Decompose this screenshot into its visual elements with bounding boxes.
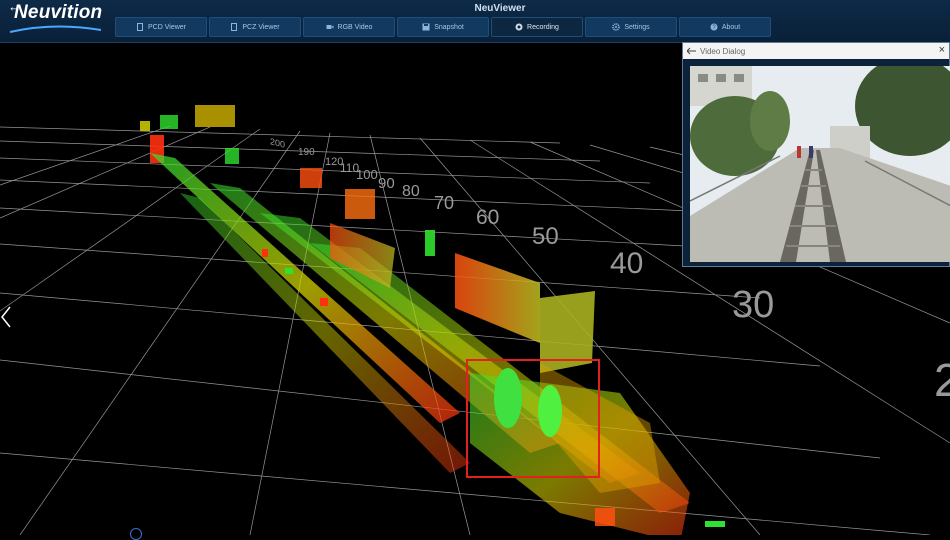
distance-label: 2 bbox=[934, 354, 950, 406]
tab-about[interactable]: ? About bbox=[679, 17, 771, 37]
circle-icon[interactable] bbox=[130, 528, 142, 540]
tab-label: Recording bbox=[527, 23, 559, 31]
record-icon bbox=[515, 23, 523, 31]
tab-pcd-viewer[interactable]: PCD Viewer bbox=[115, 17, 207, 37]
app-title: NeuViewer bbox=[474, 3, 526, 14]
distance-label: 80 bbox=[402, 183, 420, 200]
distance-label: 190 bbox=[298, 147, 315, 158]
app-logo: ← Neuvition bbox=[2, 0, 112, 38]
save-icon bbox=[422, 23, 430, 31]
tab-rgb-video[interactable]: RGB Video bbox=[303, 17, 395, 37]
distance-label: 100 bbox=[356, 167, 378, 182]
chevron-left-icon[interactable] bbox=[0, 305, 12, 329]
distance-label: 70 bbox=[434, 193, 455, 213]
tab-pcz-viewer[interactable]: PCZ Viewer bbox=[209, 17, 301, 37]
distance-label: 50 bbox=[532, 223, 559, 250]
rgb-video-frame bbox=[690, 66, 950, 262]
toolbar-tabs: PCD Viewer PCZ Viewer RGB Video Snapshot… bbox=[115, 17, 771, 37]
tab-label: PCD Viewer bbox=[148, 23, 186, 31]
distance-label: 30 bbox=[732, 284, 775, 326]
detection-box bbox=[466, 359, 600, 478]
tab-label: PCZ Viewer bbox=[242, 23, 280, 31]
tab-label: RGB Video bbox=[337, 23, 373, 31]
gear-icon bbox=[612, 23, 621, 31]
logo-text: Neuvition bbox=[14, 2, 103, 23]
video-icon bbox=[326, 25, 334, 29]
tab-label: About bbox=[721, 23, 741, 31]
dialog-title: Video Dialog bbox=[700, 46, 746, 56]
tab-settings[interactable]: Settings bbox=[585, 17, 677, 37]
file-icon bbox=[231, 23, 238, 31]
file-icon bbox=[137, 23, 143, 31]
tab-label: Settings bbox=[624, 23, 650, 31]
logo-swoosh-icon bbox=[9, 25, 102, 33]
video-dialog[interactable]: Video Dialog × bbox=[682, 42, 950, 267]
tab-snapshot[interactable]: Snapshot bbox=[397, 17, 489, 37]
distance-label: 90 bbox=[378, 175, 395, 192]
distance-label: 60 bbox=[476, 206, 500, 229]
close-icon[interactable]: × bbox=[939, 44, 945, 56]
distance-label: 40 bbox=[610, 247, 644, 280]
arrows-icon bbox=[687, 47, 696, 55]
top-bar: ← Neuvition NeuViewer PCD Viewer PCZ Vie… bbox=[0, 0, 950, 43]
tab-recording[interactable]: Recording bbox=[491, 17, 583, 37]
point-cloud bbox=[140, 105, 725, 535]
help-icon: ? bbox=[710, 23, 718, 31]
dialog-titlebar[interactable]: Video Dialog × bbox=[683, 43, 949, 59]
tab-label: Snapshot bbox=[434, 23, 464, 31]
